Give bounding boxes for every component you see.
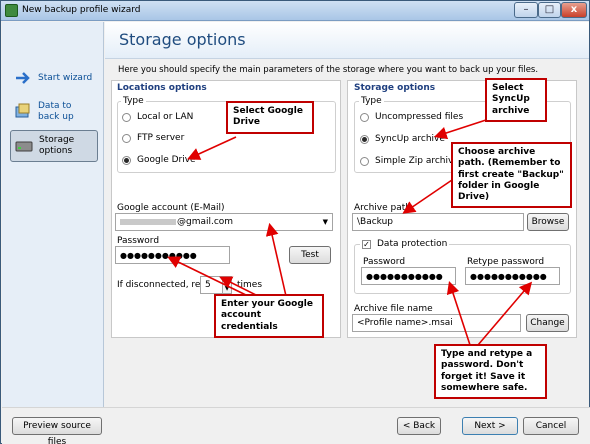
app-icon [5,4,18,17]
retry-spinner[interactable]: ▲ ▼ [222,276,232,294]
browse-button[interactable]: Browse [527,213,569,231]
radio-indicator [360,156,369,166]
retype-password-field[interactable]: ●●●●●●●●●●● [465,267,560,285]
callout-select-google-drive: Select Google Drive [226,101,314,134]
preview-source-files-button[interactable]: Preview source files [12,417,102,444]
callout-select-syncup-archive: Select SyncUp archive [485,78,547,122]
archive-path-field[interactable]: \Backup [352,213,524,231]
radio-indicator [122,112,131,122]
google-account-label: Google account (E-Mail) [117,203,225,213]
title-bar: New backup profile wizard – □ x [1,1,589,21]
times-label: times [237,280,263,290]
radio-label: Local or LAN [137,112,194,122]
account-value: @gmail.com [177,217,234,227]
radio-google-drive[interactable]: Google Drive [122,155,196,165]
next-button[interactable]: Next > [462,417,518,435]
radio-label: Google Drive [137,155,196,165]
radio-indicator [122,155,131,165]
retype-password-label: Retype password [467,257,545,267]
checkbox-indicator: ✓ [362,239,371,249]
retry-label: If disconnected, retry [117,280,214,290]
radio-label: SyncUp archive [375,134,445,144]
back-button[interactable]: < Back [397,417,441,435]
radio-ftp-server[interactable]: FTP server [122,133,184,143]
radio-syncup-archive[interactable]: SyncUp archive [360,134,445,144]
locations-section-title: Locations options [117,83,207,93]
close-button[interactable]: x [561,2,587,18]
sidebar-item-start-wizard[interactable]: Start wizard [10,62,98,94]
intro-text: Here you should specify the main paramet… [118,65,539,75]
radio-indicator [360,112,369,122]
callout-type-password: Type and retype a password. Don't forget… [434,344,547,399]
radio-indicator [360,134,369,144]
sidebar-item-label: Storage options [39,135,75,156]
data-folder-icon [15,103,30,118]
test-button[interactable]: Test [289,246,331,264]
radio-label: Uncompressed files [375,112,464,122]
radio-simple-zip-archive[interactable]: Simple Zip archive [360,156,459,166]
cancel-button[interactable]: Cancel [523,417,579,435]
location-type-legend: Type [121,96,146,106]
radio-local-or-lan[interactable]: Local or LAN [122,112,193,122]
change-button[interactable]: Change [526,314,569,332]
sidebar-item-label: Data to back up [38,101,74,122]
sidebar-item-storage-options[interactable]: Storage options [10,130,98,162]
arrow-right-icon [16,72,30,84]
archive-password-field[interactable]: ●●●●●●●●●●● [361,267,456,285]
retry-count-field[interactable]: 5 [200,276,223,294]
archive-password-label: Password [363,257,406,267]
wizard-footer: Preview source files < Back Next > Cance… [2,407,590,444]
archive-path-label: Archive path [354,203,411,213]
callout-choose-archive-path: Choose archive path. (Remember to first … [451,142,572,209]
drive-icon [15,141,33,152]
radio-label: Simple Zip archive [375,156,459,166]
radio-uncompressed-files[interactable]: Uncompressed files [360,112,463,122]
window-title: New backup profile wizard [22,5,141,15]
storage-section-title: Storage options [354,83,436,93]
storage-type-legend: Type [359,96,384,106]
google-password-label: Password [117,236,160,246]
blurred-username [120,219,176,225]
page-header: Storage options [105,22,589,59]
minimize-button[interactable]: – [514,2,538,18]
data-protection-checkbox[interactable]: ✓ Data protection [360,239,450,249]
archive-file-name-field[interactable]: <Profile name>.msai [352,314,521,332]
page-title: Storage options [119,30,246,49]
wizard-sidebar: Start wizard Data to back up Storage opt… [2,22,104,407]
google-password-field[interactable]: ●●●●●●●●●●● [115,246,230,264]
archive-file-name-label: Archive file name [354,304,433,314]
sidebar-item-label: Start wizard [38,73,93,83]
radio-indicator [122,133,131,143]
sidebar-item-data-to-back-up[interactable]: Data to back up [10,96,98,128]
radio-label: FTP server [137,133,185,143]
callout-enter-credentials: Enter your Google account credentials [214,294,324,338]
checkbox-label: Data protection [377,239,448,249]
maximize-button[interactable]: □ [538,2,561,18]
google-account-combobox[interactable]: @gmail.com ▼ [115,213,333,231]
chevron-down-icon[interactable]: ▼ [323,218,328,226]
